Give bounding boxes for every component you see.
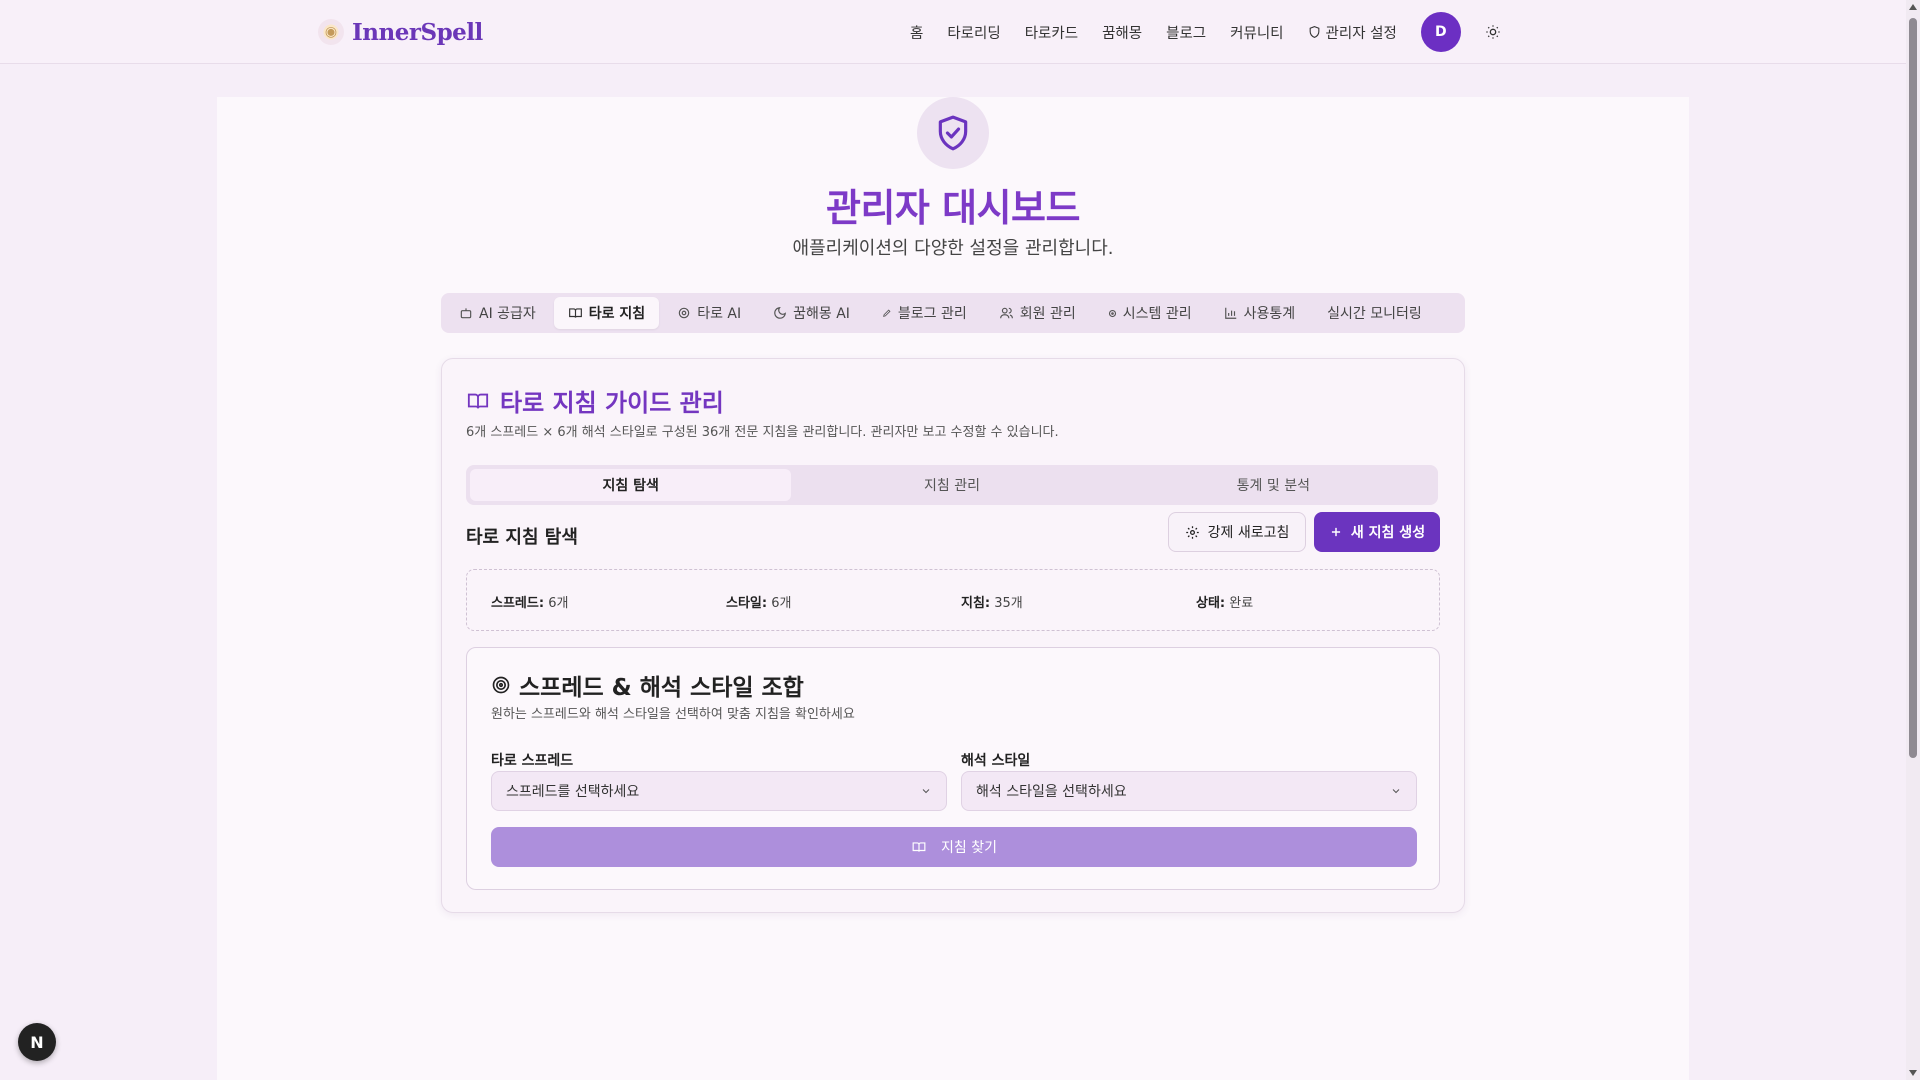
tab-tarot-ai[interactable]: 타로 AI xyxy=(663,297,755,329)
stat-styles: 스타일: 6개 xyxy=(726,592,791,611)
tab-member-management[interactable]: 회원 관리 xyxy=(985,297,1090,329)
users-icon xyxy=(999,307,1013,319)
stat-status-key: 상태: xyxy=(1196,596,1226,611)
card-title-text: 타로 지침 가이드 관리 xyxy=(500,389,724,417)
nav-blog[interactable]: 블로그 xyxy=(1166,22,1206,43)
circle-icon xyxy=(1108,309,1116,317)
nav-admin-settings[interactable]: 관리자 설정 xyxy=(1308,22,1397,43)
tab-realtime-monitoring[interactable]: 실시간 모니터링 xyxy=(1313,297,1436,329)
top-header: ◉ InnerSpell 홈 타로리딩 타로카드 꿈해몽 블로그 커뮤니티 관리… xyxy=(0,0,1906,64)
page-title: 관리자 대시보드 xyxy=(826,186,1080,230)
force-refresh-button[interactable]: 강제 새로고침 xyxy=(1168,512,1306,552)
plus-icon xyxy=(1331,527,1341,537)
page-subtitle: 애플리케이션의 다양한 설정을 관리합니다. xyxy=(792,238,1114,259)
stat-status: 상태: 완료 xyxy=(1196,592,1253,611)
chevron-down-icon xyxy=(1392,789,1400,794)
stat-guidelines-value: 35개 xyxy=(994,596,1023,611)
tab-ai-provider[interactable]: AI 공급자 xyxy=(445,297,550,329)
moon-icon xyxy=(774,307,787,319)
eye-logo-icon: ◉ xyxy=(318,19,344,45)
guideline-subtabs: 지침 탐색 지침 관리 통계 및 분석 xyxy=(466,465,1438,505)
book-icon xyxy=(912,842,926,852)
stat-spreads: 스프레드: 6개 xyxy=(491,592,568,611)
subtab-stats[interactable]: 통계 및 분석 xyxy=(1113,469,1434,501)
spread-select[interactable]: 스프레드를 선택하세요 xyxy=(491,771,947,811)
brand-name: InnerSpell xyxy=(352,18,483,46)
theme-toggle-button[interactable] xyxy=(1483,22,1503,42)
shield-check-icon xyxy=(938,115,968,151)
style-label: 해석 스타일 xyxy=(961,753,1031,769)
find-guideline-button[interactable]: 지침 찾기 xyxy=(491,827,1417,867)
shield-check-badge xyxy=(917,97,989,169)
book-icon xyxy=(467,393,489,409)
chart-icon xyxy=(1224,307,1236,319)
create-guideline-button[interactable]: 새 지침 생성 xyxy=(1314,512,1440,552)
admin-tabs: AI 공급자 타로 지침 타로 AI 꿈해몽 AI 블로그 관리 회원 관리 시… xyxy=(441,293,1465,333)
stat-styles-value: 6개 xyxy=(771,596,792,611)
gear-icon xyxy=(678,307,690,319)
spread-style-combo: 스프레드 & 해석 스타일 조합 원하는 스프레드와 해석 스타일을 선택하여 … xyxy=(466,647,1440,890)
dev-tools-badge[interactable]: N xyxy=(18,1023,56,1061)
target-icon xyxy=(492,676,510,694)
stat-guidelines: 지침: 35개 xyxy=(961,592,1023,611)
nav-tarot-cards[interactable]: 타로카드 xyxy=(1025,22,1078,43)
stat-styles-key: 스타일: xyxy=(726,596,768,611)
bot-icon xyxy=(460,308,472,319)
spread-label: 타로 스프레드 xyxy=(491,753,574,769)
stat-guidelines-key: 지침: xyxy=(961,596,991,611)
tab-tarot-guidelines-label: 타로 지침 xyxy=(588,306,646,322)
admin-page: 관리자 대시보드 애플리케이션의 다양한 설정을 관리합니다. AI 공급자 타… xyxy=(217,97,1689,1080)
tab-member-management-label: 회원 관리 xyxy=(1019,306,1076,322)
card-title: 타로 지침 가이드 관리 xyxy=(466,383,724,418)
tab-ai-provider-label: AI 공급자 xyxy=(479,306,536,322)
tab-blog-management[interactable]: 블로그 관리 xyxy=(868,297,981,329)
tab-system-management-label: 시스템 관리 xyxy=(1122,306,1192,322)
find-guideline-label: 지침 찾기 xyxy=(941,840,997,856)
create-guideline-label: 새 지침 생성 xyxy=(1350,525,1426,541)
scroll-thumb[interactable] xyxy=(1909,18,1917,758)
tab-blog-management-label: 블로그 관리 xyxy=(897,306,967,322)
subtab-explore[interactable]: 지침 탐색 xyxy=(470,469,792,501)
tab-system-management[interactable]: 시스템 관리 xyxy=(1094,297,1206,329)
sun-icon xyxy=(1486,25,1500,39)
tab-usage-stats-label: 사용통계 xyxy=(1243,306,1296,322)
combo-description: 원하는 스프레드와 해석 스타일을 선택하여 맞춤 지침을 확인하세요 xyxy=(491,707,855,722)
tab-tarot-guidelines[interactable]: 타로 지침 xyxy=(553,297,660,329)
nav-dream[interactable]: 꿈해몽 xyxy=(1102,22,1142,43)
main-nav: 홈 타로리딩 타로카드 꿈해몽 블로그 커뮤니티 관리자 설정 D xyxy=(910,12,1503,52)
nav-community[interactable]: 커뮤니티 xyxy=(1230,22,1283,43)
tarot-guidelines-card: 타로 지침 가이드 관리 6개 스프레드 × 6개 해석 스타일로 구성된 36… xyxy=(441,358,1465,913)
force-refresh-label: 강제 새로고침 xyxy=(1207,525,1290,541)
page-scrollbar[interactable] xyxy=(1906,0,1920,1080)
gear-icon xyxy=(1185,525,1199,539)
tab-dream-ai-label: 꿈해몽 AI xyxy=(793,306,850,322)
nav-admin-settings-label: 관리자 설정 xyxy=(1325,25,1397,42)
tab-tarot-ai-label: 타로 AI xyxy=(697,306,742,322)
section-title: 타로 지침 탐색 xyxy=(466,527,578,548)
tab-usage-stats[interactable]: 사용통계 xyxy=(1210,297,1310,329)
user-avatar[interactable]: D xyxy=(1420,12,1461,52)
nav-home[interactable]: 홈 xyxy=(910,22,923,43)
shield-icon xyxy=(1309,26,1319,39)
subtab-manage[interactable]: 지침 관리 xyxy=(791,469,1112,501)
stat-spreads-value: 6개 xyxy=(548,596,569,611)
pen-icon xyxy=(883,309,891,317)
chevron-down-icon xyxy=(922,789,930,794)
style-select[interactable]: 해석 스타일을 선택하세요 xyxy=(961,771,1417,811)
combo-title: 스프레드 & 해석 스타일 조합 xyxy=(491,668,804,702)
style-select-value: 해석 스타일을 선택하세요 xyxy=(976,784,1127,800)
stat-status-value: 완료 xyxy=(1229,596,1254,611)
tab-realtime-monitoring-label: 실시간 모니터링 xyxy=(1327,306,1422,322)
stats-summary: 스프레드: 6개 스타일: 6개 지침: 35개 상태: 완료 xyxy=(466,569,1440,631)
card-description: 6개 스프레드 × 6개 해석 스타일로 구성된 36개 전문 지침을 관리합니… xyxy=(466,425,1059,440)
spread-select-value: 스프레드를 선택하세요 xyxy=(506,784,640,800)
scroll-up-arrow-icon[interactable] xyxy=(1909,4,1917,10)
book-icon xyxy=(568,308,582,318)
nav-tarot-reading[interactable]: 타로리딩 xyxy=(947,22,1000,43)
combo-title-text: 스프레드 & 해석 스타일 조합 xyxy=(519,675,804,701)
scroll-down-arrow-icon[interactable] xyxy=(1909,1070,1917,1076)
brand-logo[interactable]: ◉ InnerSpell xyxy=(318,17,483,47)
tab-dream-ai[interactable]: 꿈해몽 AI xyxy=(759,297,864,329)
stat-spreads-key: 스프레드: xyxy=(491,596,545,611)
